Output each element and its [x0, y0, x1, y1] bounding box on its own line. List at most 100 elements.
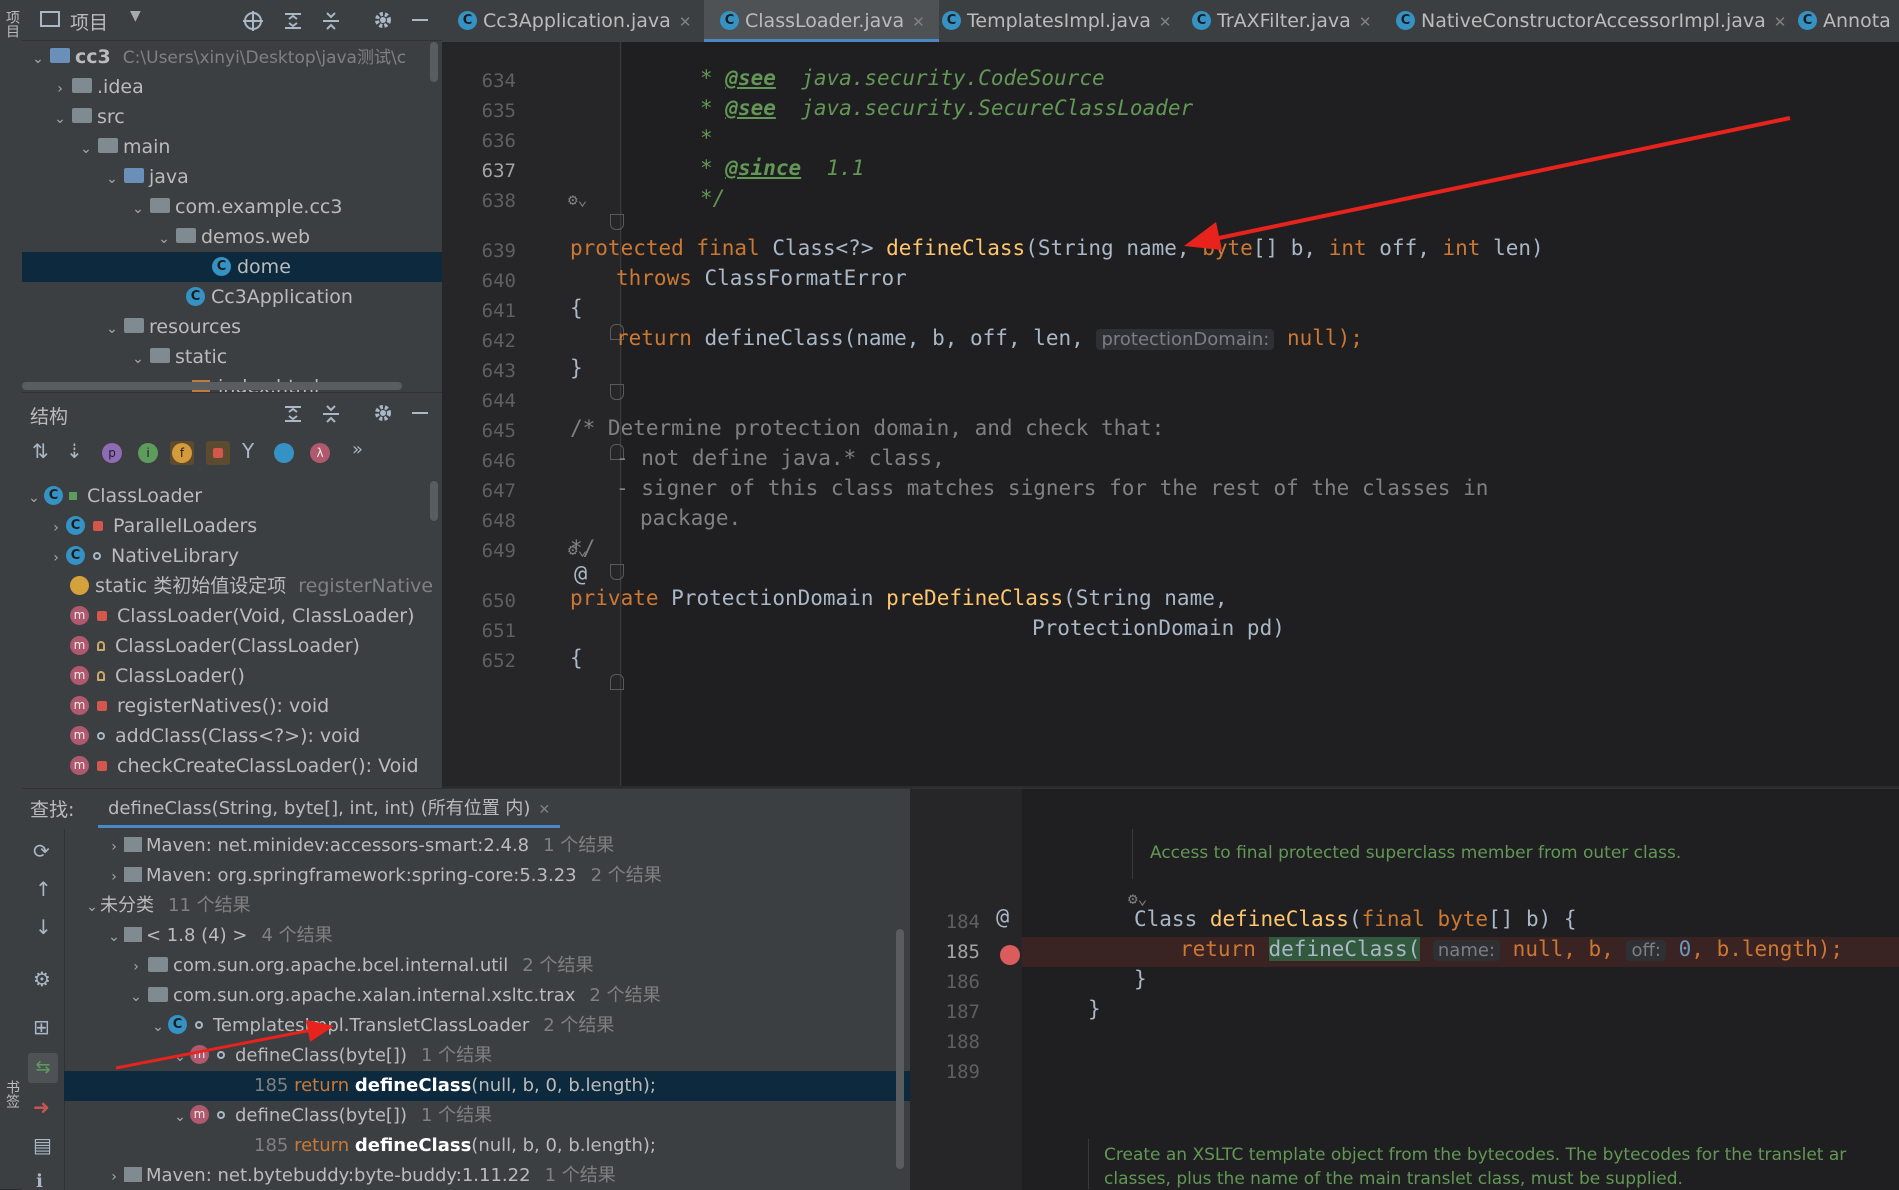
show-fields-button[interactable]: f: [170, 441, 194, 465]
collapse-all-icon[interactable]: [320, 403, 342, 425]
fold-marker-icon[interactable]: [610, 384, 624, 400]
gear-icon[interactable]: [372, 9, 394, 31]
find-row-defineclass-2[interactable]: ⌄ m defineClass(byte[]) 1 个结果: [64, 1101, 910, 1131]
show-non-public-button[interactable]: [206, 441, 230, 465]
tab-annota[interactable]: C Annota: [1796, 0, 1891, 42]
tree-row-cc3[interactable]: ⌄ cc3 C:\Users\xinyi\Desktop\java测试\c: [22, 42, 442, 72]
structure-item-register-natives[interactable]: m registerNatives(): void: [22, 691, 442, 721]
tree-row-package[interactable]: ⌄ com.example.cc3: [22, 192, 442, 222]
project-panel-title[interactable]: 项目: [70, 8, 108, 35]
tab-cc3application[interactable]: C Cc3Application.java ✕: [456, 0, 691, 42]
find-row-usage-1[interactable]: 185 return defineClass(null, b, 0, b.len…: [64, 1071, 910, 1101]
find-row-maven-bytebuddy[interactable]: › Maven: net.bytebuddy:byte-buddy:1.11.22…: [64, 1161, 910, 1190]
show-anonymous-icon[interactable]: [274, 443, 294, 463]
show-properties-icon[interactable]: p: [102, 443, 122, 463]
find-row-maven-accessors[interactable]: › Maven: net.minidev:accessors-smart:2.4.…: [64, 831, 910, 861]
ai-rendered-doc-toggle-icon[interactable]: ⚙⌄: [568, 190, 587, 209]
arrow-down-icon[interactable]: ↓: [35, 915, 52, 939]
chevron-down-icon[interactable]: ⌄: [78, 134, 94, 164]
tab-traxfilter[interactable]: C TrAXFilter.java ✕: [1190, 0, 1371, 42]
find-row-maven-spring[interactable]: › Maven: org.springframework:spring-core:…: [64, 861, 910, 891]
gear-icon[interactable]: ⚙: [33, 967, 51, 991]
show-inherited-icon[interactable]: i: [138, 443, 158, 463]
chevron-down-icon[interactable]: ⌄: [52, 104, 68, 134]
tree-row-main[interactable]: ⌄ main: [22, 132, 442, 162]
chevron-down-icon[interactable]: ⌄: [30, 44, 46, 74]
tree-row-demos-web[interactable]: ⌄ demos.web: [22, 222, 442, 252]
find-row-jdk[interactable]: ⌄ < 1.8 (4) > 4 个结果: [64, 921, 910, 951]
chevron-down-icon[interactable]: ⌄: [130, 194, 146, 224]
chevron-down-icon[interactable]: ⌄: [130, 344, 146, 374]
chevron-down-icon[interactable]: ⌄: [104, 314, 120, 344]
chevron-down-icon[interactable]: ⌄: [156, 224, 172, 254]
tab-classloader[interactable]: C ClassLoader.java ✕: [704, 0, 939, 42]
structure-item-ctor-void[interactable]: m ClassLoader(Void, ClassLoader): [22, 601, 442, 631]
tree-row-cc3application[interactable]: C Cc3Application: [22, 282, 442, 312]
find-scrollbar[interactable]: [896, 929, 904, 1169]
chevron-down-icon[interactable]: ⌄: [104, 164, 120, 194]
close-icon[interactable]: ✕: [1159, 13, 1172, 31]
show-lambdas-icon[interactable]: Y: [242, 439, 254, 463]
close-icon[interactable]: ✕: [912, 13, 925, 31]
info-icon[interactable]: ℹ: [36, 1171, 43, 1190]
chevron-down-icon[interactable]: ⌄: [172, 1102, 188, 1132]
show-lambda-icon[interactable]: λ: [310, 443, 330, 463]
ai-rendered-doc-toggle-icon[interactable]: ⚙⌄: [568, 540, 587, 559]
sort-alpha-icon[interactable]: ⇣: [66, 439, 83, 463]
chevron-down-icon[interactable]: ⌄: [128, 982, 144, 1012]
tree-row-idea[interactable]: › .idea: [22, 72, 442, 102]
chevron-right-icon[interactable]: ›: [128, 952, 144, 982]
implements-marker-icon[interactable]: @: [996, 905, 1009, 930]
tab-nativeconstructoraccessorimpl[interactable]: C NativeConstructorAccessorImpl.java ✕: [1394, 0, 1786, 42]
structure-item-static-init[interactable]: static 类初始值设定项 registerNative: [22, 571, 442, 601]
fold-marker-icon[interactable]: [610, 214, 624, 230]
chevron-down-icon[interactable]: ⌄: [26, 483, 42, 513]
group-icon[interactable]: ⊞: [33, 1015, 50, 1039]
close-icon[interactable]: ✕: [1359, 13, 1372, 31]
chevron-down-icon[interactable]: ⌄: [84, 892, 100, 922]
usage-preview-editor[interactable]: Access to final protected superclass mem…: [910, 788, 1899, 1190]
tab-templatesimpl[interactable]: C TemplatesImpl.java ✕: [940, 0, 1171, 42]
tree-row-resources[interactable]: ⌄ resources: [22, 312, 442, 342]
rerun-icon[interactable]: ⟳: [33, 839, 50, 863]
structure-item-native-library[interactable]: › C NativeLibrary: [22, 541, 442, 571]
fold-marker-icon[interactable]: [610, 564, 624, 580]
find-row-bcel[interactable]: › com.sun.org.apache.bcel.internal.util 2 …: [64, 951, 910, 981]
gear-icon[interactable]: [372, 402, 394, 424]
chevron-right-icon[interactable]: ›: [106, 832, 122, 862]
crosshair-icon[interactable]: [242, 10, 264, 32]
find-row-xsltc-trax[interactable]: ⌄ com.sun.org.apache.xalan.internal.xsltc…: [64, 981, 910, 1011]
find-row-uncategorized[interactable]: ⌄ 未分类 11 个结果: [64, 891, 910, 921]
minimize-icon[interactable]: [412, 412, 428, 414]
tree-row-src[interactable]: ⌄ src: [22, 102, 442, 132]
close-icon[interactable]: ✕: [538, 802, 550, 818]
structure-item-parallel-loaders[interactable]: › C ParallelLoaders: [22, 511, 442, 541]
arrow-up-icon[interactable]: ↑: [35, 877, 52, 901]
chevron-right-icon[interactable]: ›: [52, 74, 68, 104]
chevron-right-icon[interactable]: ›: [106, 862, 122, 892]
tree-row-dome[interactable]: Cdome: [22, 252, 442, 282]
structure-item-ctor-classloader[interactable]: m ClassLoader(ClassLoader): [22, 631, 442, 661]
chevron-down-icon[interactable]: ⌄: [106, 922, 122, 952]
override-marker-icon[interactable]: @: [574, 562, 587, 587]
structure-scrollbar[interactable]: [430, 481, 438, 521]
more-options-icon[interactable]: »: [352, 439, 363, 460]
tree-row-static[interactable]: ⌄ static: [22, 342, 442, 372]
sort-visibility-icon[interactable]: ⇅: [32, 439, 49, 463]
close-icon[interactable]: ✕: [1774, 13, 1787, 31]
collapse-all-icon[interactable]: [320, 10, 342, 32]
chevron-right-icon[interactable]: ›: [48, 543, 64, 573]
close-icon[interactable]: ✕: [679, 13, 692, 31]
structure-item-add-class[interactable]: m addClass(Class<?>): void: [22, 721, 442, 751]
structure-item-ctor[interactable]: m ClassLoader(): [22, 661, 442, 691]
project-hscrollbar[interactable]: [22, 382, 402, 390]
minimize-icon[interactable]: [412, 19, 428, 21]
expand-all-icon[interactable]: [282, 10, 304, 32]
project-scrollbar[interactable]: [430, 42, 438, 82]
project-tool-button[interactable]: 项目: [2, 10, 22, 38]
folder-scope-icon[interactable]: ▤: [33, 1133, 52, 1157]
chevron-right-icon[interactable]: ›: [106, 1162, 122, 1190]
chevron-right-icon[interactable]: ›: [48, 513, 64, 543]
navigate-icon[interactable]: ➜: [33, 1095, 50, 1119]
find-tab[interactable]: defineClass(String, byte[], int, int) (所…: [98, 793, 561, 828]
